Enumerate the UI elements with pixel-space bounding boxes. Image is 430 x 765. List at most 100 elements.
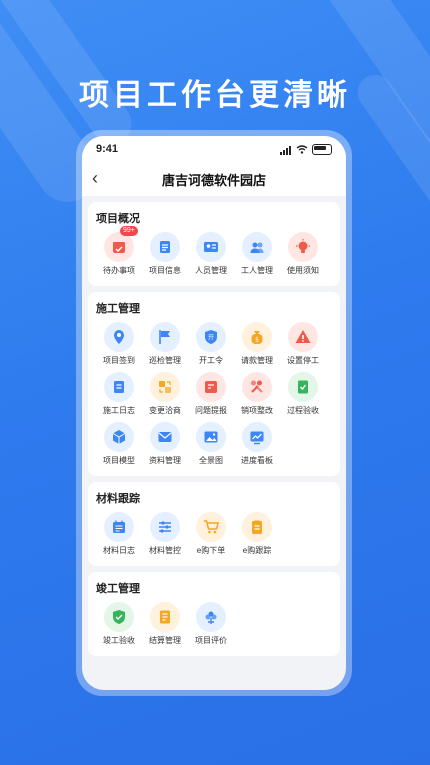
section-title: 施工管理 xyxy=(96,303,140,315)
feature-label: 资料管理 xyxy=(149,456,181,465)
tools-icon xyxy=(242,372,272,402)
phone-screen: 9:41 ‹ 唐吉诃德软件园店 项目概况 99+ 待办事项 项目信息 人员管理 工人管理 使… xyxy=(82,136,346,690)
status-bar: 9:41 xyxy=(82,136,346,162)
feature-label: 结算管理 xyxy=(149,636,181,645)
phone-frame: 9:41 ‹ 唐吉诃德软件园店 项目概况 99+ 待办事项 项目信息 人员管理 工人管理 使… xyxy=(76,130,352,696)
feature-label: 人员管理 xyxy=(195,266,227,275)
section-title: 材料跟踪 xyxy=(96,493,140,505)
cart-icon xyxy=(196,512,226,542)
battery-icon xyxy=(312,143,332,155)
feature-item[interactable]: 进度看板 xyxy=(234,422,280,466)
feature-label: 待办事项 xyxy=(103,266,135,275)
feature-item[interactable]: 项目信息 xyxy=(142,232,188,276)
feature-label: 项目评价 xyxy=(195,636,227,645)
feature-label: 材料日志 xyxy=(103,546,135,555)
feature-label: 进度看板 xyxy=(241,456,273,465)
promo-headline: 项目工作台更清晰 xyxy=(79,79,351,112)
feature-item[interactable]: 过程验收 xyxy=(280,372,326,416)
report-icon xyxy=(196,372,226,402)
feature-item[interactable]: 99+ 待办事项 xyxy=(96,226,142,276)
feature-item[interactable]: 全景图 xyxy=(188,422,234,466)
feature-label: e购跟踪 xyxy=(242,546,272,555)
location-icon xyxy=(104,322,134,352)
feature-item[interactable]: 项目模型 xyxy=(96,422,142,466)
section-title: 项目概况 xyxy=(96,213,140,225)
feature-label: 过程验收 xyxy=(287,406,319,415)
feature-label: 项目签到 xyxy=(103,356,135,365)
feature-item[interactable]: 材料管控 xyxy=(142,512,188,556)
change-icon xyxy=(150,372,180,402)
calendar-icon xyxy=(104,232,134,262)
feature-item[interactable]: 变更洽商 xyxy=(142,372,188,416)
feature-item[interactable]: 材料日志 xyxy=(96,512,142,556)
feature-item[interactable]: 结算管理 xyxy=(142,602,188,646)
feature-label: 变更洽商 xyxy=(149,406,181,415)
count-badge: 99+ xyxy=(120,226,138,236)
cube-icon xyxy=(104,422,134,452)
feature-item[interactable]: 销项整改 xyxy=(234,372,280,416)
feature-item[interactable]: 施工日志 xyxy=(96,372,142,416)
feature-label: 请款管理 xyxy=(241,356,273,365)
shield-check-icon xyxy=(104,602,134,632)
warning-icon xyxy=(288,322,318,352)
sections-container: 项目概况 99+ 待办事项 项目信息 人员管理 工人管理 使用须知 施工管理 项目签到 巡检管理开… xyxy=(82,202,346,656)
sliders-icon xyxy=(150,512,180,542)
notebook-icon xyxy=(104,372,134,402)
feature-label: 巡检管理 xyxy=(149,356,181,365)
page-title: 唐吉诃德软件园店 xyxy=(161,172,266,188)
feature-item[interactable]: 巡检管理 xyxy=(142,322,188,366)
feature-item[interactable]: 开开工令 xyxy=(188,322,234,366)
feature-item[interactable]: 使用须知 xyxy=(280,232,326,276)
feature-item[interactable]: 问题提报 xyxy=(188,372,234,416)
money-bag-icon: $ xyxy=(242,322,272,352)
back-icon[interactable]: ‹ xyxy=(92,168,98,189)
signal-icon xyxy=(280,143,292,155)
trend-icon xyxy=(242,422,272,452)
status-time: 9:41 xyxy=(96,143,119,155)
feature-item[interactable]: 项目签到 xyxy=(96,322,142,366)
feature-item[interactable]: e购下单 xyxy=(188,512,234,556)
section-card: 竣工管理竣工验收 结算管理 项目评价 xyxy=(88,572,340,656)
feature-item[interactable]: 项目评价 xyxy=(188,602,234,646)
section-title: 竣工管理 xyxy=(96,583,140,595)
feature-item[interactable]: e购跟踪 xyxy=(234,512,280,556)
flower-icon xyxy=(196,602,226,632)
feature-label: 问题提报 xyxy=(195,406,227,415)
section-card: 材料跟踪材料日志 材料管控 e购下单 e购跟踪 xyxy=(88,482,340,566)
flag-icon xyxy=(150,322,180,352)
feature-label: e购下单 xyxy=(196,546,226,555)
feature-item[interactable]: 资料管理 xyxy=(142,422,188,466)
document-icon xyxy=(150,232,180,262)
wifi-icon xyxy=(296,144,308,154)
section-card: 施工管理项目签到 巡检管理开开工令 $ 请款管理 设置停工施工日志 变更洽商 问题提报 销项整… xyxy=(88,292,340,476)
feature-item[interactable]: $ 请款管理 xyxy=(234,322,280,366)
feature-label: 竣工验收 xyxy=(103,636,135,645)
section-card: 项目概况 99+ 待办事项 项目信息 人员管理 工人管理 使用须知 xyxy=(88,202,340,286)
feature-label: 使用须知 xyxy=(287,266,319,275)
feature-label: 材料管控 xyxy=(149,546,181,555)
nav-bar: ‹ 唐吉诃德软件园店 xyxy=(82,162,346,196)
feature-label: 销项整改 xyxy=(241,406,273,415)
section-grid: 竣工验收 结算管理 项目评价 xyxy=(96,602,332,652)
section-grid: 项目签到 巡检管理开开工令 $ 请款管理 设置停工施工日志 变更洽商 问题提报 销项整改 过程验… xyxy=(96,322,332,472)
feature-item[interactable]: 工人管理 xyxy=(234,232,280,276)
feature-item[interactable]: 设置停工 xyxy=(280,322,326,366)
feature-item[interactable]: 竣工验收 xyxy=(96,602,142,646)
checklist-icon xyxy=(288,372,318,402)
svg-text:$: $ xyxy=(255,337,259,344)
id-card-icon xyxy=(196,232,226,262)
feature-item[interactable]: 人员管理 xyxy=(188,232,234,276)
feature-label: 项目模型 xyxy=(103,456,135,465)
shield-icon: 开 xyxy=(196,322,226,352)
lightbulb-icon xyxy=(288,232,318,262)
calendar-list-icon xyxy=(104,512,134,542)
feature-label: 工人管理 xyxy=(241,266,273,275)
svg-text:开: 开 xyxy=(208,335,214,342)
users-icon xyxy=(242,232,272,262)
mail-icon xyxy=(150,422,180,452)
ledger-icon xyxy=(150,602,180,632)
feature-label: 全景图 xyxy=(199,456,223,465)
section-grid: 材料日志 材料管控 e购下单 e购跟踪 xyxy=(96,512,332,562)
clipboard-icon xyxy=(242,512,272,542)
status-icons xyxy=(280,143,332,155)
